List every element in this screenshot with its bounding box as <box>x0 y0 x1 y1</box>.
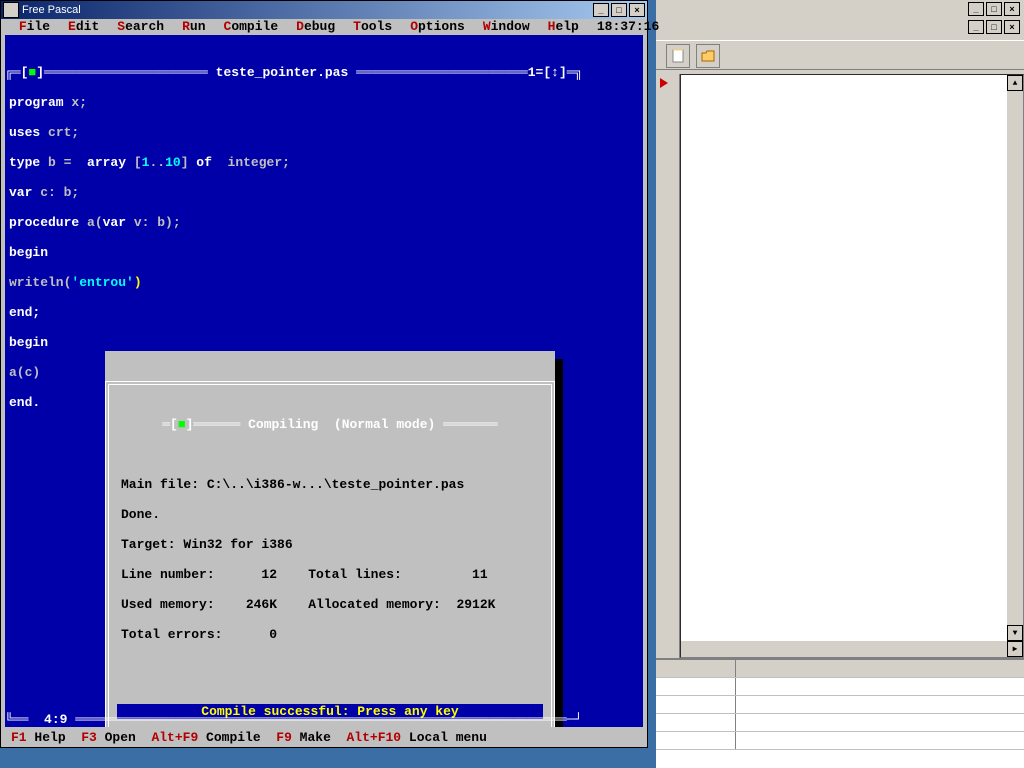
code-line: begin <box>5 245 643 260</box>
red-triangle-icon <box>660 78 668 88</box>
gutter-strip <box>656 74 680 658</box>
code-line: procedure a(var v: b); <box>5 215 643 230</box>
clock: 18:37:16 <box>597 19 659 35</box>
horizontal-scrollbar[interactable]: ▶ <box>681 641 1023 657</box>
editor-frame-top: ╔═[■]═════════════════════ teste_pointer… <box>5 65 643 80</box>
code-line: end; <box>5 305 643 320</box>
code-line: type b = array [1..10] of integer; <box>5 155 643 170</box>
menu-debug[interactable]: Debug <box>296 19 335 35</box>
menu-file[interactable]: File <box>11 19 50 35</box>
grid-cell <box>736 732 1024 749</box>
scroll-down-icon[interactable]: ▼ <box>1007 625 1023 641</box>
minimize-button[interactable]: _ <box>593 3 609 17</box>
bg-restore-button[interactable]: □ <box>986 2 1002 16</box>
menu-search[interactable]: Search <box>117 19 164 35</box>
grid-cell <box>656 714 736 731</box>
menu-window[interactable]: Window <box>483 19 530 35</box>
dialog-title: ═[■]══════ Compiling (Normal mode) ═════… <box>111 417 549 432</box>
document-icon <box>670 48 686 64</box>
maximize-button[interactable]: □ <box>611 3 627 17</box>
folder-icon <box>700 48 716 64</box>
code-line: uses crt; <box>5 125 643 140</box>
bg-inner-min-button[interactable]: _ <box>968 20 984 34</box>
menu-compile[interactable]: Compile <box>224 19 279 35</box>
scroll-up-icon[interactable]: ▲ <box>1007 75 1023 91</box>
grid-cell <box>736 696 1024 713</box>
close-button[interactable]: × <box>629 3 645 17</box>
code-line: program x; <box>5 95 643 110</box>
bg-min-button[interactable]: _ <box>968 2 984 16</box>
menu-help[interactable]: Help <box>548 19 579 35</box>
grid-header-1 <box>656 660 736 677</box>
messages-grid <box>656 658 1024 768</box>
app-icon[interactable] <box>3 2 19 18</box>
status-bar: F1 Help F3 Open Alt+F9 Compile F9 Make A… <box>5 730 643 745</box>
text-editor-area[interactable]: ╔═[■]═════════════════════ teste_pointer… <box>5 35 643 727</box>
menu-run[interactable]: Run <box>182 19 205 35</box>
compile-dialog[interactable]: ═[■]══════ Compiling (Normal mode) ═════… <box>105 351 555 727</box>
code-line: begin <box>5 335 643 350</box>
window-title: Free Pascal <box>22 4 81 16</box>
editor-frame-bottom: ╚══ 4:9 ════════════════════════════════… <box>5 712 643 727</box>
menu-edit[interactable]: Edit <box>68 19 99 35</box>
grid-cell <box>656 696 736 713</box>
bg-inner-restore-button[interactable]: □ <box>986 20 1002 34</box>
code-line: writeln('entrou') <box>5 275 643 290</box>
grid-header-2 <box>736 660 1024 677</box>
menu-options[interactable]: Options <box>410 19 465 35</box>
grid-cell <box>736 678 1024 695</box>
menu-tools[interactable]: Tools <box>353 19 392 35</box>
secondary-toolbar <box>656 40 1024 70</box>
grid-cell <box>656 732 736 749</box>
scroll-right-icon[interactable]: ▶ <box>1007 641 1023 657</box>
bg-close-button[interactable]: × <box>1004 2 1020 16</box>
bg-inner-close-button[interactable]: × <box>1004 20 1020 34</box>
menu-bar: File Edit Search Run Compile Debug Tools… <box>1 19 647 35</box>
free-pascal-window: Free Pascal _ □ × File Edit Search Run C… <box>0 0 648 748</box>
toolbar-button-2[interactable] <box>696 44 720 68</box>
secondary-editor[interactable]: ▲ ▼ ▶ <box>680 74 1024 658</box>
secondary-ide-window: _ □ × _ □ × ▲ ▼ ▶ <box>656 0 1024 768</box>
vertical-scrollbar[interactable]: ▲ ▼ <box>1007 75 1023 641</box>
titlebar[interactable]: Free Pascal _ □ × <box>1 1 647 19</box>
toolbar-button-1[interactable] <box>666 44 690 68</box>
code-line: var c: b; <box>5 185 643 200</box>
grid-cell <box>656 678 736 695</box>
dialog-body: Main file: C:\..\i386-w...\teste_pointer… <box>111 462 549 672</box>
grid-cell <box>736 714 1024 731</box>
